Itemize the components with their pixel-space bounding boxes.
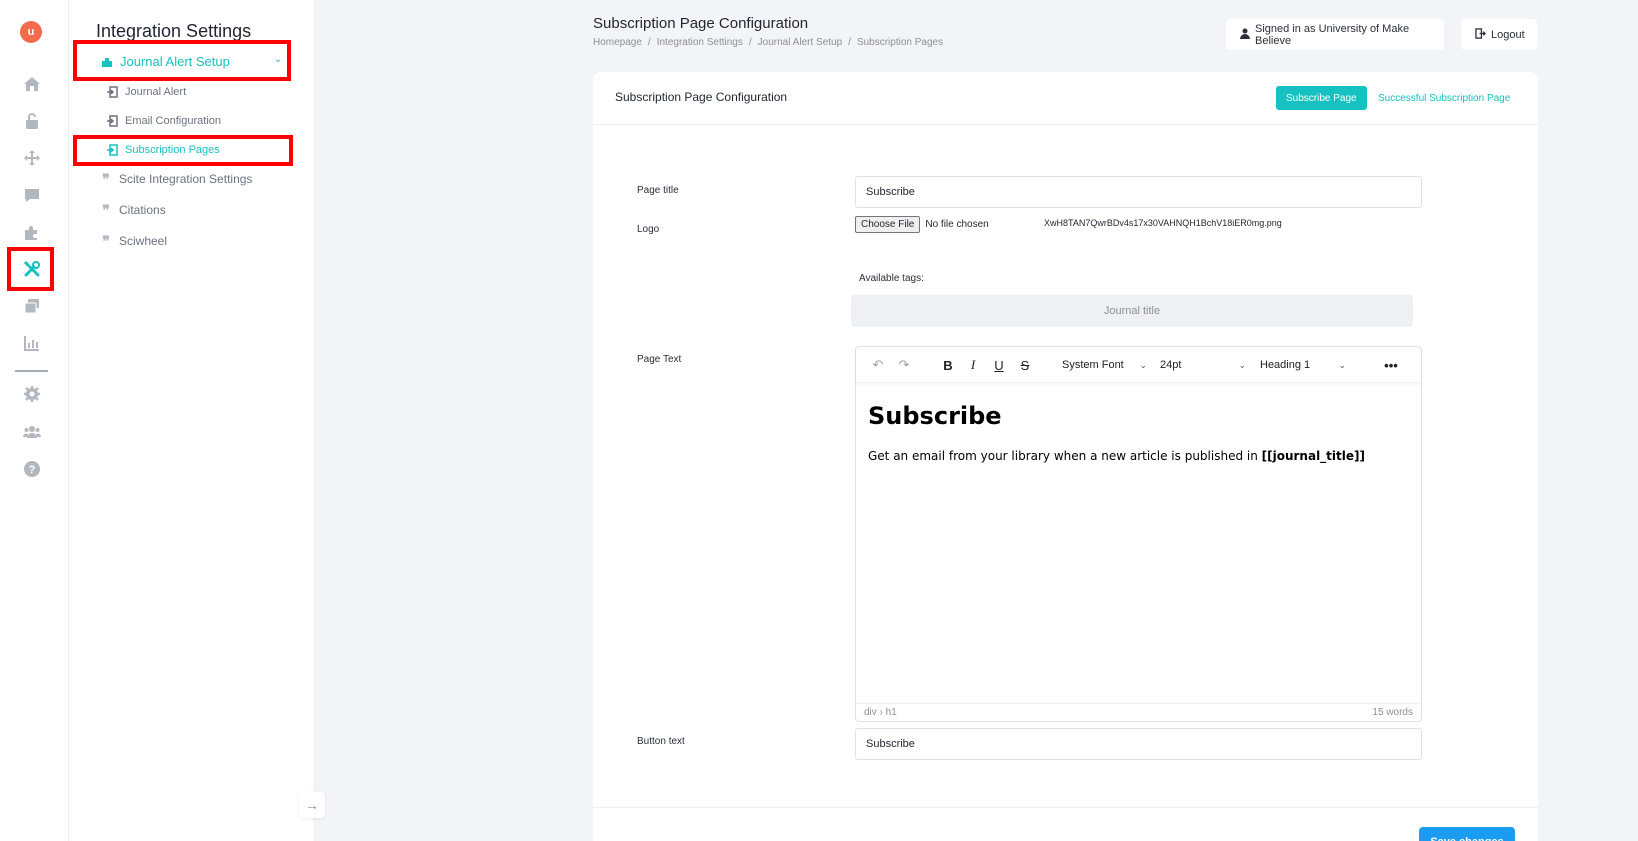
card-footer-divider xyxy=(593,807,1538,808)
card-title: Subscription Page Configuration xyxy=(615,90,788,104)
signed-in-label: Signed in as University of Make Believe xyxy=(1255,22,1410,47)
breadcrumb-separator: / xyxy=(748,37,752,48)
breadcrumb: Homepage / Integration Settings / Journa… xyxy=(593,37,943,48)
tab-subscribe-page[interactable]: Subscribe Page xyxy=(1276,86,1367,110)
underline-icon[interactable]: U xyxy=(989,355,1009,375)
stack-icon[interactable] xyxy=(22,296,42,316)
unlock-icon[interactable] xyxy=(22,111,42,131)
icon-rail: u ? xyxy=(0,0,69,841)
move-icon[interactable] xyxy=(22,148,42,168)
users-icon[interactable] xyxy=(22,422,42,442)
page-title-label: Page title xyxy=(637,185,679,196)
page-text-label: Page Text xyxy=(637,354,682,365)
journal-title-tag: [[journal_title]] xyxy=(1261,449,1365,463)
quote-icon: ❞ xyxy=(102,232,110,249)
tab-successful-subscription-page[interactable]: Successful Subscription Page xyxy=(1368,86,1520,110)
word-count: 15 words xyxy=(1372,707,1413,718)
subnav-item-label: Email Configuration xyxy=(125,115,221,127)
element-path[interactable]: div › h1 xyxy=(864,707,897,718)
logo-label: Logo xyxy=(637,224,660,235)
app-logo[interactable]: u xyxy=(20,21,42,43)
sign-out-icon xyxy=(1475,27,1486,42)
subnav-item-label: Journal Alert xyxy=(125,86,187,98)
subnav-item-label: Scite Integration Settings xyxy=(119,172,253,186)
editor-toolbar: ↶ ↷ B I U S System Font ⌄ 24pt ⌄ Heading… xyxy=(856,347,1421,383)
font-size-value: 24pt xyxy=(1160,359,1182,371)
editor-paragraph[interactable]: Get an email from your library when a ne… xyxy=(868,449,1365,463)
italic-icon[interactable]: I xyxy=(963,355,983,375)
block-format-select[interactable]: Heading 1 ⌄ xyxy=(1256,356,1350,374)
tag-journal-title[interactable]: Journal title xyxy=(851,295,1413,327)
signed-in-button[interactable]: Signed in as University of Make Believe xyxy=(1226,19,1444,50)
highlight-box-subscription-pages xyxy=(73,135,293,166)
block-format-value: Heading 1 xyxy=(1260,359,1311,371)
breadcrumb-item[interactable]: Homepage xyxy=(593,37,642,48)
editor-paragraph-text: Get an email from your library when a ne… xyxy=(868,449,1262,463)
font-family-value: System Font xyxy=(1062,359,1124,371)
more-icon[interactable]: ••• xyxy=(1381,355,1401,375)
comment-icon[interactable] xyxy=(22,185,42,205)
chevron-down-icon: ⌄ xyxy=(1139,359,1147,370)
font-size-select[interactable]: 24pt ⌄ xyxy=(1156,356,1250,374)
settings-subnav: Integration Settings Journal Alert Setup… xyxy=(69,0,313,841)
breadcrumb-item[interactable]: Journal Alert Setup xyxy=(758,37,843,48)
logout-button[interactable]: Logout xyxy=(1461,19,1537,50)
subnav-title: Integration Settings xyxy=(96,21,252,41)
collapse-sidebar-button[interactable]: → xyxy=(299,792,325,818)
strikethrough-icon[interactable]: S xyxy=(1015,355,1035,375)
subnav-item-sciwheel[interactable]: ❞ Sciwheel xyxy=(99,232,168,249)
rail-divider xyxy=(15,370,48,372)
save-changes-button[interactable]: Save changes xyxy=(1419,827,1515,841)
page-title-input[interactable]: Subscribe xyxy=(855,176,1422,208)
chevron-down-icon: ⌄ xyxy=(1238,359,1246,370)
breadcrumb-separator: / xyxy=(647,37,651,48)
editor-statusbar: div › h1 15 words xyxy=(856,703,1421,721)
bold-icon[interactable]: B xyxy=(938,355,958,375)
no-file-text: No file chosen xyxy=(925,219,989,230)
page-title: Subscription Page Configuration xyxy=(593,15,809,32)
config-card: Subscription Page Configuration Subscrib… xyxy=(593,72,1538,841)
chart-icon[interactable] xyxy=(22,333,42,353)
button-text-input[interactable]: Subscribe xyxy=(855,728,1422,760)
available-tags-label: Available tags: xyxy=(859,273,924,284)
sign-in-icon xyxy=(105,114,119,128)
editor-heading[interactable]: Subscribe xyxy=(868,402,1002,430)
gear-icon[interactable] xyxy=(22,384,42,404)
user-icon xyxy=(1240,28,1250,42)
highlight-box-journal-alert-setup xyxy=(73,40,291,81)
subnav-item-citations[interactable]: ❞ Citations xyxy=(99,201,166,218)
choose-file-button[interactable]: Choose File xyxy=(855,216,921,233)
breadcrumb-separator: / xyxy=(848,37,851,48)
breadcrumb-item[interactable]: Integration Settings xyxy=(657,37,743,48)
undo-icon[interactable]: ↶ xyxy=(868,355,888,375)
logout-label: Logout xyxy=(1491,28,1525,41)
subnav-item-scite-integration[interactable]: ❞ Scite Integration Settings xyxy=(99,170,253,187)
breadcrumb-item: Subscription Pages xyxy=(856,37,944,48)
subnav-item-label: Sciwheel xyxy=(119,234,168,248)
quote-icon: ❞ xyxy=(102,170,110,187)
home-icon[interactable] xyxy=(22,74,42,94)
chevron-down-icon: ⌄ xyxy=(1338,359,1346,370)
font-family-select[interactable]: System Font ⌄ xyxy=(1058,356,1151,374)
rich-text-editor[interactable]: ↶ ↷ B I U S System Font ⌄ 24pt ⌄ Heading… xyxy=(855,346,1422,722)
card-divider xyxy=(593,124,1538,125)
subnav-item-label: Citations xyxy=(119,203,166,217)
help-icon[interactable]: ? xyxy=(22,459,42,479)
quote-icon: ❞ xyxy=(102,201,110,218)
redo-icon[interactable]: ↷ xyxy=(894,355,914,375)
logo-filename: XwH8TAN7QwrBDv4s17x30VAHNQH1BchV18iER0mg… xyxy=(1044,218,1282,228)
svg-text:?: ? xyxy=(29,464,36,476)
sign-in-icon xyxy=(105,85,119,99)
subnav-item-journal-alert[interactable]: Journal Alert xyxy=(105,85,186,99)
puzzle-icon[interactable] xyxy=(22,222,42,242)
subnav-item-email-configuration[interactable]: Email Configuration xyxy=(105,114,221,128)
logo-file-input[interactable]: Choose File No file chosen xyxy=(855,216,989,233)
active-highlight-box xyxy=(7,247,54,291)
button-text-label: Button text xyxy=(637,736,685,747)
